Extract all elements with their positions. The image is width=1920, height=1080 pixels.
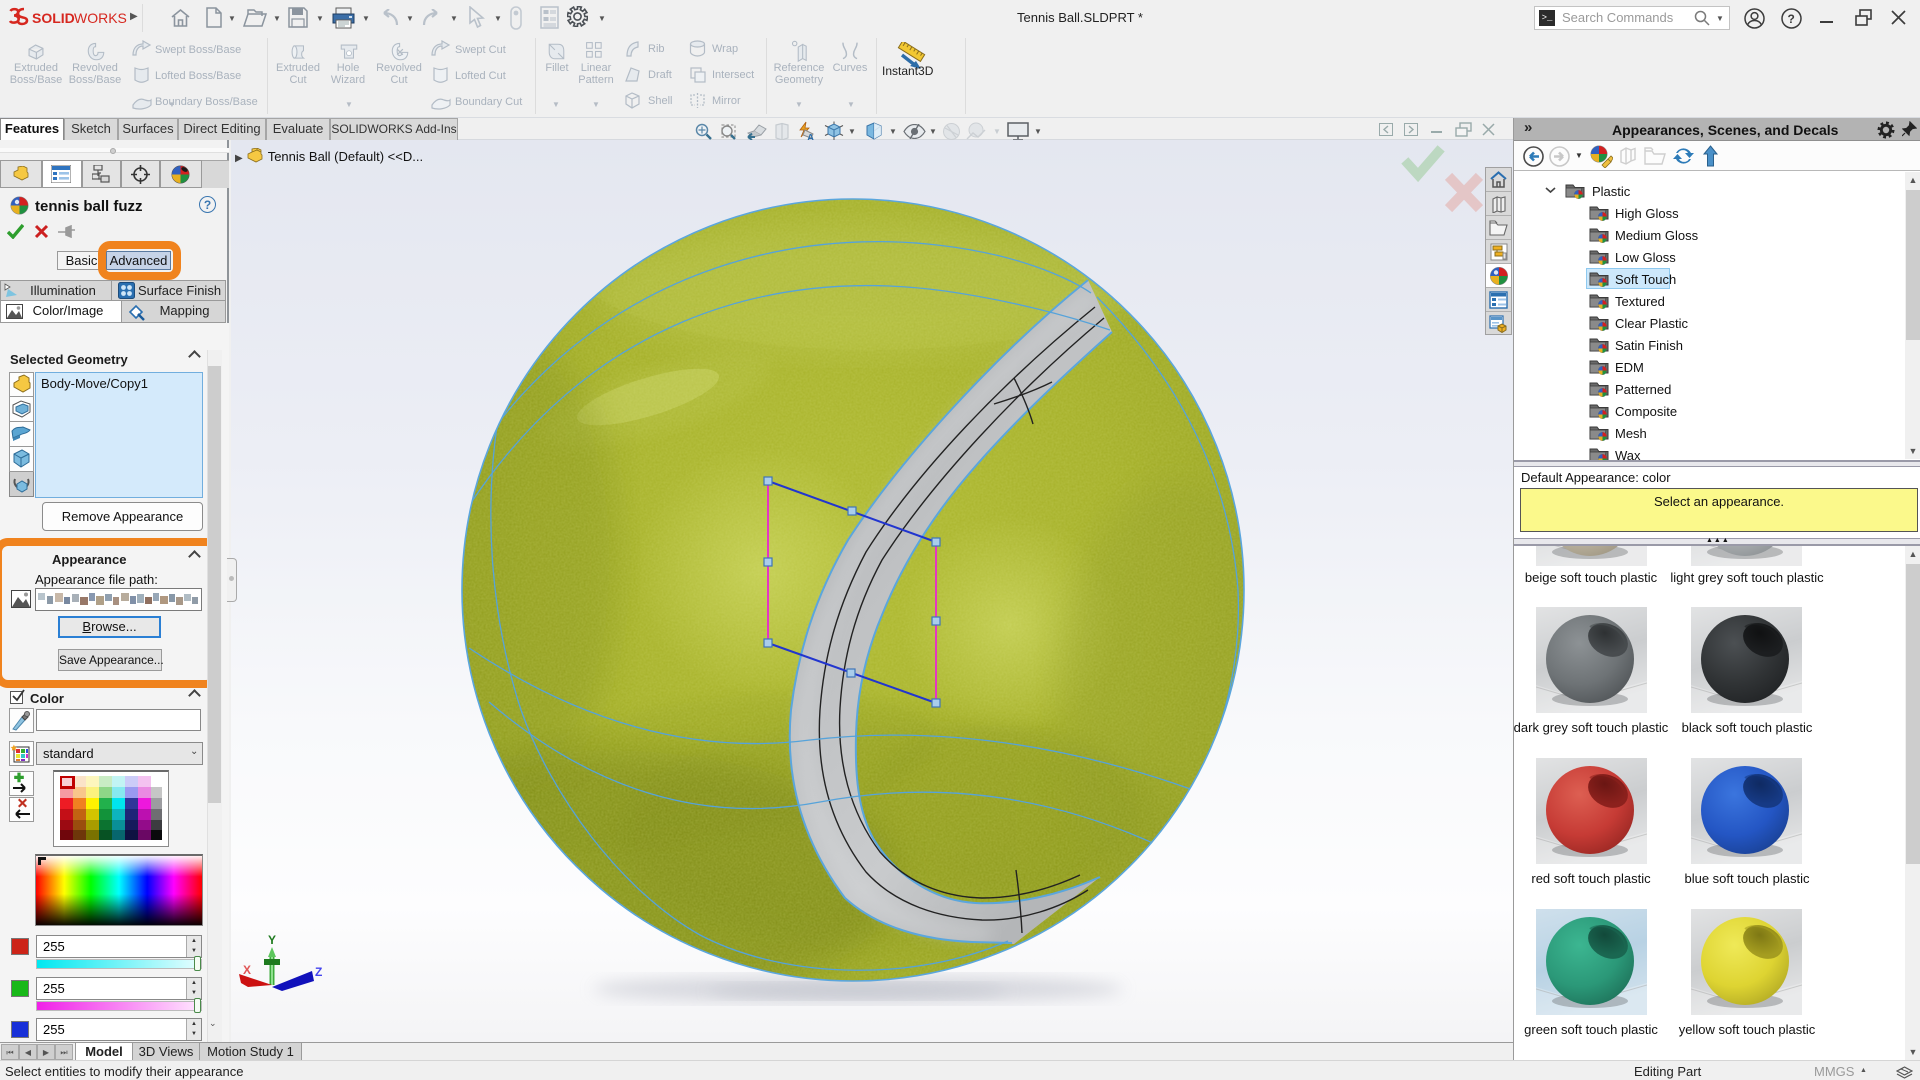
svg-text:Z: Z xyxy=(315,965,322,979)
svg-text:X: X xyxy=(243,963,251,977)
svg-text:SOLID: SOLID xyxy=(32,10,75,26)
svg-text:WORKS: WORKS xyxy=(74,10,127,26)
svg-text:?: ? xyxy=(1788,12,1795,26)
svg-text:Y: Y xyxy=(268,933,276,947)
